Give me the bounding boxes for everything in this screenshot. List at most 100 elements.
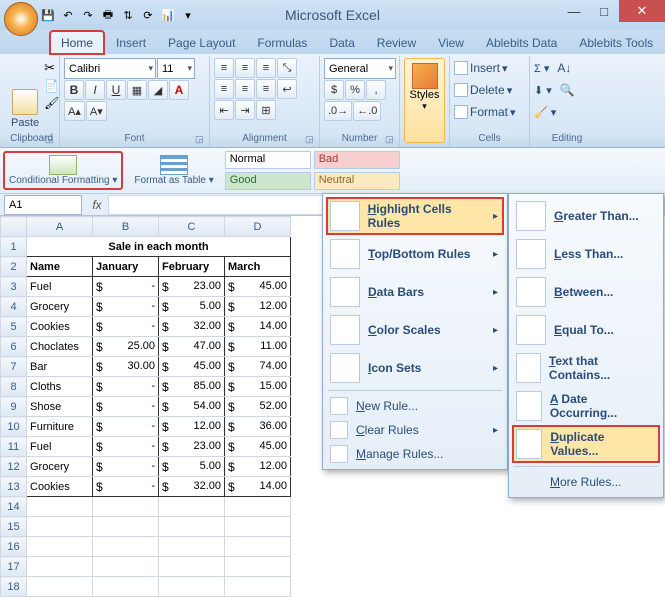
tab-page-layout[interactable]: Page Layout [158, 32, 245, 54]
clear-button[interactable]: 🧹 ▾ [534, 102, 575, 122]
fill-button[interactable]: ⬇ ▾ 🔍 [534, 80, 575, 100]
font-size-combo[interactable]: 11 [157, 58, 195, 79]
format-cells-button[interactable]: Format ▾ [454, 102, 516, 122]
cell[interactable] [159, 577, 225, 597]
cell[interactable] [159, 497, 225, 517]
cell[interactable]: $ 54.00 [159, 397, 225, 417]
cell[interactable]: $ - [93, 377, 159, 397]
menu-item[interactable]: Color Scales▸ [326, 311, 504, 349]
cell[interactable]: $ 15.00 [225, 377, 291, 397]
number-format-combo[interactable]: General [324, 58, 396, 79]
tab-review[interactable]: Review [367, 32, 426, 54]
row-header[interactable]: 14 [1, 497, 27, 517]
cell[interactable]: Choclates [27, 337, 93, 357]
styles-button[interactable]: Styles ▾ [404, 58, 445, 143]
increase-decimal-button[interactable]: .0→ [324, 101, 352, 121]
style-normal[interactable]: Normal [225, 151, 311, 169]
cell[interactable]: Fuel [27, 277, 93, 297]
cell[interactable] [225, 577, 291, 597]
paste-button[interactable]: Paste [8, 58, 42, 132]
cell[interactable] [27, 497, 93, 517]
menu-item[interactable]: Equal To... [512, 311, 660, 349]
menu-item[interactable]: Manage Rules... [326, 442, 504, 466]
delete-cells-button[interactable]: Delete ▾ [454, 80, 516, 100]
close-button[interactable]: ✕ [619, 0, 665, 22]
align-bottom-button[interactable]: ≡ [256, 58, 276, 78]
cell[interactable]: Grocery [27, 457, 93, 477]
row-header[interactable]: 12 [1, 457, 27, 477]
row-header[interactable]: 17 [1, 557, 27, 577]
col-header[interactable]: C [159, 217, 225, 237]
decrease-decimal-button[interactable]: ←.0 [353, 101, 381, 121]
menu-item[interactable]: Clear Rules▸ [326, 418, 504, 442]
percent-button[interactable]: % [345, 80, 365, 100]
row-header[interactable]: 13 [1, 477, 27, 497]
number-launcher[interactable]: ◲ [385, 134, 397, 146]
cell[interactable] [159, 517, 225, 537]
column-header[interactable]: February [159, 257, 225, 277]
menu-item[interactable]: Highlight Cells Rules▸ [326, 197, 504, 235]
minimize-button[interactable]: — [559, 0, 589, 22]
qat-refresh-icon[interactable]: ⟳ [140, 7, 156, 23]
cell[interactable]: $ 32.00 [159, 477, 225, 497]
cell[interactable]: $ - [93, 417, 159, 437]
cell[interactable] [159, 537, 225, 557]
name-box[interactable]: A1 [4, 195, 82, 215]
cell[interactable] [93, 517, 159, 537]
menu-item[interactable]: Greater Than... [512, 197, 660, 235]
decrease-indent-button[interactable]: ⇤ [214, 100, 234, 120]
grow-font-button[interactable]: A▴ [64, 101, 85, 121]
italic-button[interactable]: I [85, 80, 105, 100]
menu-item[interactable]: Icon Sets▸ [326, 349, 504, 387]
cell[interactable]: $ 5.00 [159, 297, 225, 317]
row-header[interactable]: 2 [1, 257, 27, 277]
tab-data[interactable]: Data [319, 32, 364, 54]
qat-print-icon[interactable]: 🖶 [100, 7, 116, 23]
cell[interactable]: Grocery [27, 297, 93, 317]
cell[interactable] [225, 557, 291, 577]
menu-item[interactable]: A Date Occurring... [512, 387, 660, 425]
qat-save-icon[interactable]: 💾 [40, 7, 56, 23]
copy-icon[interactable]: 📄 [44, 79, 59, 93]
style-good[interactable]: Good [225, 172, 311, 190]
cut-icon[interactable]: ✂ [44, 60, 59, 76]
cell[interactable] [27, 557, 93, 577]
tab-ablebits-tools[interactable]: Ablebits Tools [569, 32, 663, 54]
cell[interactable]: $ - [93, 457, 159, 477]
cell[interactable]: $ 52.00 [225, 397, 291, 417]
cell[interactable]: $ 30.00 [93, 357, 159, 377]
menu-item[interactable]: Less Than... [512, 235, 660, 273]
font-color-button[interactable]: A [169, 80, 189, 100]
cell[interactable]: $ - [93, 437, 159, 457]
conditional-formatting-button[interactable]: Conditional Formatting ▾ [3, 151, 123, 190]
cell[interactable]: $ 47.00 [159, 337, 225, 357]
border-button[interactable]: ▦ [127, 80, 147, 100]
qat-undo-icon[interactable]: ↶ [60, 7, 76, 23]
cell[interactable]: $ 85.00 [159, 377, 225, 397]
cell[interactable]: $ 23.00 [159, 437, 225, 457]
menu-item[interactable]: Duplicate Values... [512, 425, 660, 463]
qat-redo-icon[interactable]: ↷ [80, 7, 96, 23]
cell[interactable]: $ 45.00 [159, 357, 225, 377]
col-header[interactable]: B [93, 217, 159, 237]
autosum-button[interactable]: Σ ▾ A↓ [534, 58, 575, 78]
cell[interactable]: Fuel [27, 437, 93, 457]
tab-insert[interactable]: Insert [106, 32, 156, 54]
sheet-title[interactable]: Sale in each month [27, 237, 291, 257]
cell[interactable]: $ - [93, 477, 159, 497]
bold-button[interactable]: B [64, 80, 84, 100]
more-rules-item[interactable]: More Rules... [512, 470, 660, 494]
tab-view[interactable]: View [428, 32, 474, 54]
cell[interactable]: Cookies [27, 317, 93, 337]
row-header[interactable]: 18 [1, 577, 27, 597]
cell[interactable]: $ 25.00 [93, 337, 159, 357]
align-middle-button[interactable]: ≡ [235, 58, 255, 78]
comma-button[interactable]: , [366, 80, 386, 100]
shrink-font-button[interactable]: A▾ [86, 101, 107, 121]
merge-button[interactable]: ⊞ [256, 100, 276, 120]
cell[interactable]: $ 5.00 [159, 457, 225, 477]
cell[interactable]: $ 14.00 [225, 317, 291, 337]
format-as-table-button[interactable]: Format as Table ▾ [129, 152, 218, 189]
cell[interactable] [93, 497, 159, 517]
increase-indent-button[interactable]: ⇥ [235, 100, 255, 120]
